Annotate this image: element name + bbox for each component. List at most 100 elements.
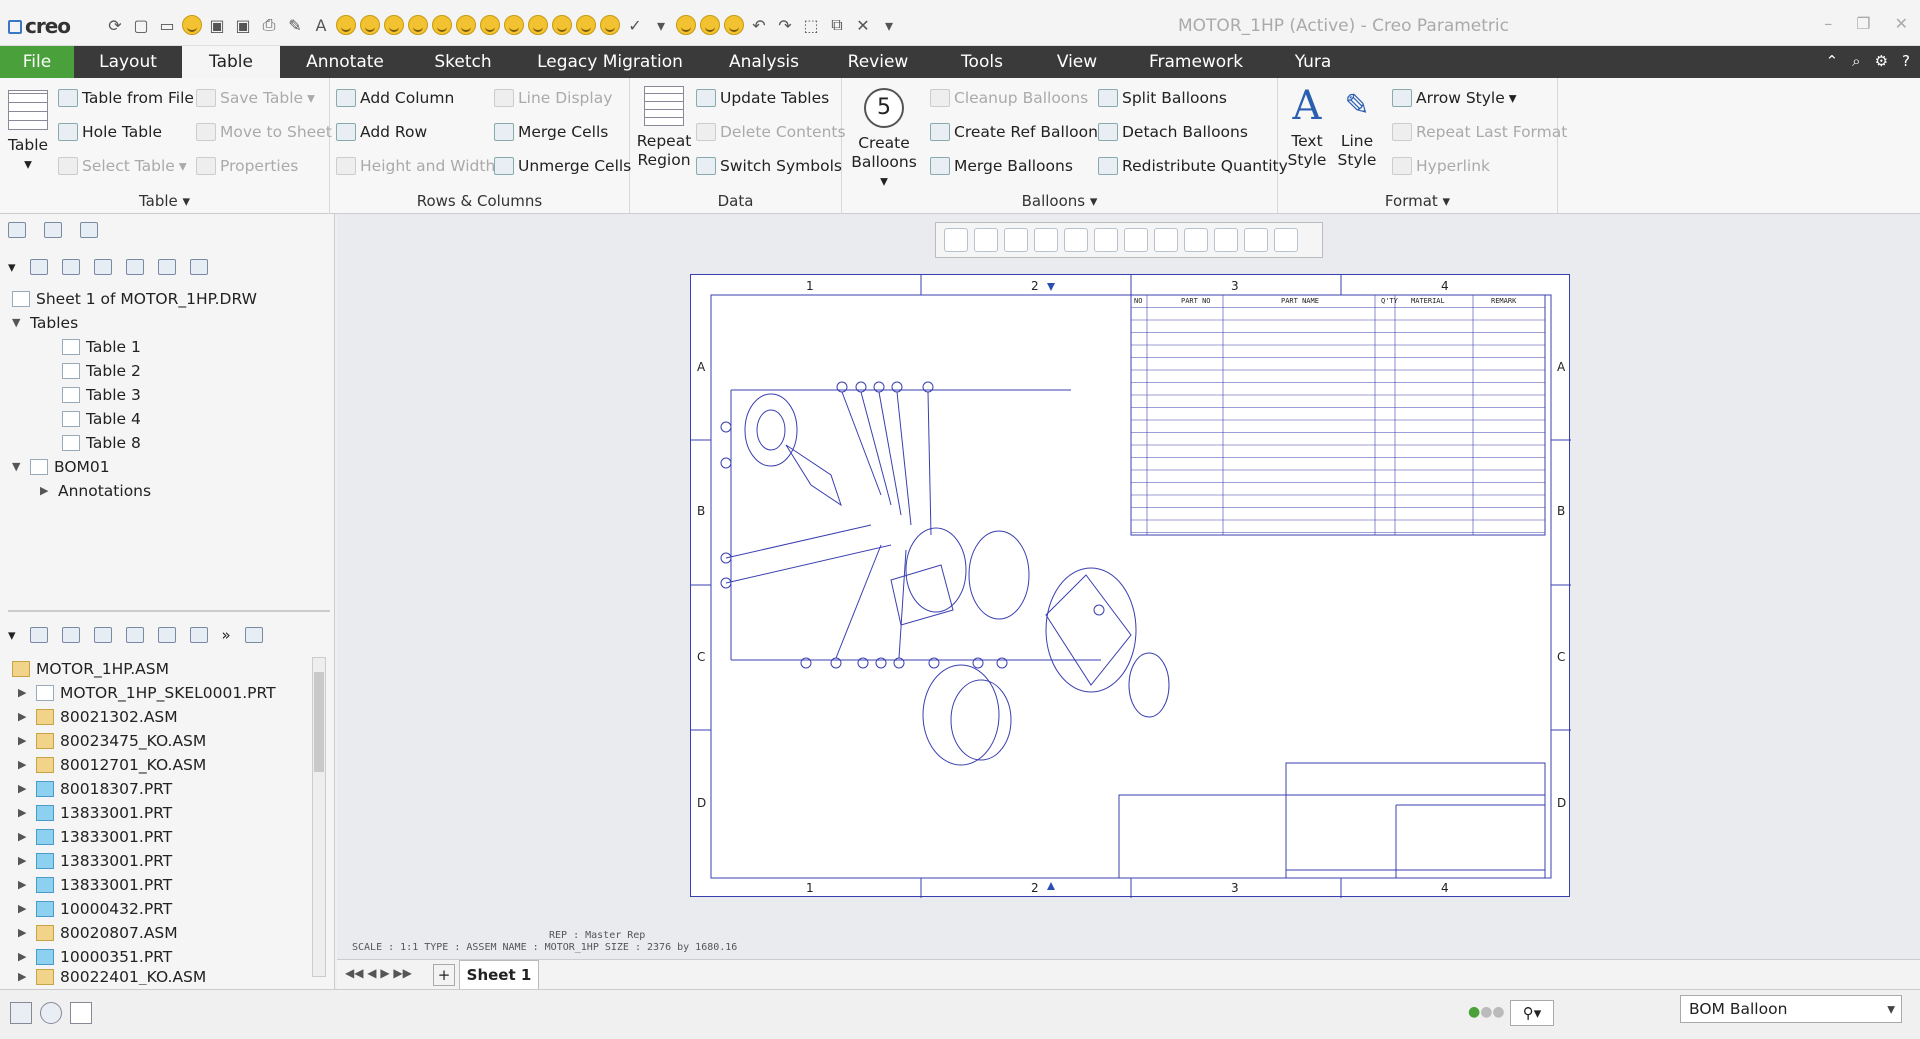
model-tree-tab-icon[interactable]	[8, 222, 26, 238]
sheet-tab[interactable]: Sheet 1	[459, 960, 539, 990]
layer-tree-tab-icon[interactable]	[44, 222, 62, 238]
redo-icon[interactable]: ↷	[774, 14, 796, 36]
model-tree-item[interactable]: ▶ 10000432.PRT	[18, 897, 172, 921]
list-detail-icon[interactable]	[125, 627, 144, 643]
repeat-last-format-button[interactable]: Repeat Last Format	[1392, 120, 1567, 144]
smiley-icon[interactable]	[432, 15, 452, 35]
tab-annotate[interactable]: Annotate	[290, 46, 400, 78]
zoom-out-icon[interactable]	[1004, 228, 1028, 252]
list-icon[interactable]	[61, 259, 80, 275]
collapse-icon[interactable]: ▾	[8, 626, 16, 644]
model-tree-item[interactable]: ▶ 10000351.PRT	[18, 945, 172, 969]
bom-node[interactable]: ▼ BOM01	[12, 455, 110, 479]
check-icon[interactable]: ✓	[624, 14, 646, 36]
tab-file[interactable]: File	[0, 46, 74, 78]
text-icon[interactable]: A	[310, 14, 332, 36]
settings-icon[interactable]	[244, 627, 263, 643]
text-style-button[interactable]: A Text Style	[1282, 86, 1332, 170]
smiley-icon[interactable]	[700, 15, 720, 35]
list-icon[interactable]	[93, 627, 112, 643]
tab-framework[interactable]: Framework	[1140, 46, 1252, 78]
smiley-icon[interactable]	[676, 15, 696, 35]
minimize-icon[interactable]: –	[1824, 14, 1832, 33]
drawing-tree-icon[interactable]	[29, 259, 48, 275]
model-icon[interactable]	[29, 627, 48, 643]
save-table-button[interactable]: Save Table ▾	[196, 86, 315, 110]
model-tree-item[interactable]: ▶ 13833001.PRT	[18, 873, 172, 897]
smiley-icon[interactable]	[384, 15, 404, 35]
model-tree-item[interactable]: ▶ 80023475_KO.ASM	[18, 729, 206, 753]
dropdown-icon[interactable]: ▾	[650, 14, 672, 36]
select-box-icon[interactable]: ⬚	[800, 14, 822, 36]
properties-button[interactable]: Properties	[196, 154, 298, 178]
tab-legacy-migration[interactable]: Legacy Migration	[530, 46, 690, 78]
repaint-icon[interactable]	[1034, 228, 1058, 252]
columns-icon[interactable]	[157, 627, 176, 643]
create-balloons-button[interactable]: 5 Create Balloons ▾	[846, 88, 922, 191]
model-tree-item[interactable]: ▶ 13833001.PRT	[18, 801, 172, 825]
filter-icon[interactable]	[189, 627, 208, 643]
table-from-file-button[interactable]: Table from File	[58, 86, 194, 110]
refit-icon[interactable]	[944, 228, 968, 252]
display-style-icon[interactable]	[1064, 228, 1088, 252]
detach-balloons-button[interactable]: Detach Balloons	[1098, 120, 1248, 144]
create-ref-balloons-button[interactable]: Create Ref Balloons	[930, 120, 1106, 144]
sketch-icon[interactable]	[1184, 228, 1208, 252]
delete-contents-button[interactable]: Delete Contents	[696, 120, 846, 144]
model-tree-item[interactable]: ▶ 13833001.PRT	[18, 849, 172, 873]
table-node[interactable]: Table 2	[62, 359, 141, 383]
tab-analysis[interactable]: Analysis	[712, 46, 816, 78]
expand-icon[interactable]: ▼	[12, 311, 24, 335]
model-tree-scrollbar[interactable]	[312, 657, 326, 977]
title-block[interactable]	[1118, 762, 1546, 879]
browser-icon[interactable]	[40, 1002, 62, 1024]
cleanup-balloons-button[interactable]: Cleanup Balloons	[930, 86, 1088, 110]
scrollbar-thumb[interactable]	[314, 672, 324, 772]
close-icon[interactable]: ✕	[1895, 14, 1908, 33]
show-icon[interactable]	[125, 259, 144, 275]
smiley-icon[interactable]	[336, 15, 356, 35]
smiley-icon[interactable]	[552, 15, 572, 35]
expand-icon[interactable]: ▶	[40, 479, 52, 503]
settings-icon[interactable]	[189, 259, 208, 275]
smiley-icon[interactable]	[528, 15, 548, 35]
settings-icon[interactable]: ⚙	[1875, 52, 1888, 70]
repeat-region-button[interactable]: Repeat Region	[634, 86, 694, 170]
edit-icon[interactable]: ✎	[284, 14, 306, 36]
smiley-icon[interactable]	[456, 15, 476, 35]
annotation-display-icon[interactable]	[1214, 228, 1238, 252]
spin-center-icon[interactable]	[1244, 228, 1268, 252]
close-window-icon[interactable]: ✕	[852, 14, 874, 36]
list-detail-icon[interactable]	[93, 259, 112, 275]
line-style-button[interactable]: ✎ Line Style	[1332, 86, 1382, 170]
tab-table[interactable]: Table	[182, 46, 280, 78]
tab-sketch[interactable]: Sketch	[418, 46, 508, 78]
model-tree-item[interactable]: ▶ 80018307.PRT	[18, 777, 172, 801]
smiley-icon[interactable]	[600, 15, 620, 35]
switch-symbols-button[interactable]: Switch Symbols	[696, 154, 842, 178]
drawing-tree-root[interactable]: Sheet 1 of MOTOR_1HP.DRW	[12, 287, 257, 311]
move-to-sheet-button[interactable]: Move to Sheet	[196, 120, 332, 144]
smiley-icon[interactable]	[504, 15, 524, 35]
redistribute-quantity-button[interactable]: Redistribute Quantity	[1098, 154, 1288, 178]
table-node[interactable]: Table 4	[62, 407, 141, 431]
line-display-button[interactable]: Line Display	[494, 86, 612, 110]
split-balloons-button[interactable]: Split Balloons	[1098, 86, 1227, 110]
add-row-button[interactable]: Add Row	[336, 120, 427, 144]
save-icon[interactable]: ▣	[206, 14, 228, 36]
group-label-table[interactable]: Table ▾	[0, 192, 329, 210]
model-tree-item[interactable]: ▶ 13833001.PRT	[18, 825, 172, 849]
collapse-icon[interactable]: ▾	[8, 258, 16, 276]
tab-layout[interactable]: Layout	[80, 46, 176, 78]
more-icon[interactable]: »	[222, 626, 231, 644]
customize-icon[interactable]: ▾	[878, 14, 900, 36]
tab-yura[interactable]: Yura	[1280, 46, 1346, 78]
hole-table-button[interactable]: Hole Table	[58, 120, 162, 144]
add-column-button[interactable]: Add Column	[336, 86, 454, 110]
shade-icon[interactable]	[1094, 228, 1118, 252]
height-and-width-button[interactable]: Height and Width	[336, 154, 495, 178]
tab-view[interactable]: View	[1040, 46, 1114, 78]
bom-table[interactable]: NO PART NO PART NAME Q'TY MATERIAL REMAR…	[1130, 294, 1546, 536]
annotations-node[interactable]: ▶ Annotations	[40, 479, 151, 503]
smiley-icon[interactable]	[182, 15, 202, 35]
